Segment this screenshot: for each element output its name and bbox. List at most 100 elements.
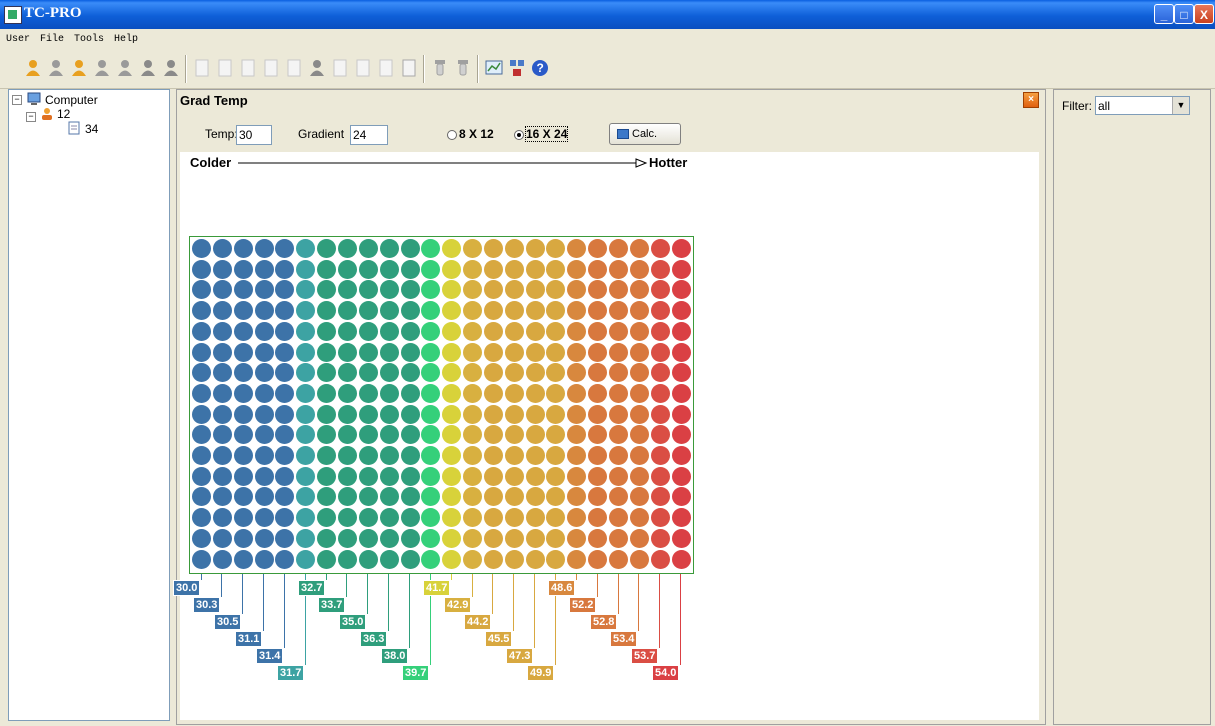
well[interactable] xyxy=(254,301,274,321)
well[interactable] xyxy=(463,425,483,445)
well[interactable] xyxy=(650,321,670,341)
well[interactable] xyxy=(629,301,649,321)
well[interactable] xyxy=(212,321,232,341)
well[interactable] xyxy=(504,321,524,341)
doc-icon[interactable] xyxy=(214,57,236,79)
well[interactable] xyxy=(671,487,691,507)
well[interactable] xyxy=(504,342,524,362)
well[interactable] xyxy=(296,363,316,383)
well[interactable] xyxy=(629,549,649,569)
well[interactable] xyxy=(400,280,420,300)
well[interactable] xyxy=(358,321,378,341)
well[interactable] xyxy=(525,508,545,528)
well[interactable] xyxy=(212,549,232,569)
close-button[interactable]: X xyxy=(1194,4,1214,24)
well[interactable] xyxy=(400,549,420,569)
well[interactable] xyxy=(546,404,566,424)
well[interactable] xyxy=(567,404,587,424)
well[interactable] xyxy=(254,239,274,258)
well[interactable] xyxy=(233,528,253,548)
well[interactable] xyxy=(337,446,357,465)
well[interactable] xyxy=(629,425,649,445)
well[interactable] xyxy=(525,259,545,279)
well[interactable] xyxy=(192,301,211,321)
well[interactable] xyxy=(525,342,545,362)
well[interactable] xyxy=(317,425,337,445)
well[interactable] xyxy=(567,363,587,383)
well[interactable] xyxy=(504,528,524,548)
user-gray-icon[interactable] xyxy=(45,57,67,79)
well[interactable] xyxy=(379,549,399,569)
well[interactable] xyxy=(254,508,274,528)
well[interactable] xyxy=(254,321,274,341)
well[interactable] xyxy=(296,446,316,465)
well[interactable] xyxy=(296,301,316,321)
well[interactable] xyxy=(483,321,503,341)
radio-8x12[interactable] xyxy=(447,130,457,140)
well[interactable] xyxy=(337,487,357,507)
well[interactable] xyxy=(296,383,316,403)
well[interactable] xyxy=(671,404,691,424)
well[interactable] xyxy=(337,383,357,403)
well[interactable] xyxy=(442,446,462,465)
well[interactable] xyxy=(629,342,649,362)
well[interactable] xyxy=(546,280,566,300)
well[interactable] xyxy=(296,528,316,548)
well[interactable] xyxy=(671,549,691,569)
well[interactable] xyxy=(609,549,628,569)
device-icon[interactable] xyxy=(429,57,451,79)
well[interactable] xyxy=(442,280,462,300)
well[interactable] xyxy=(483,342,503,362)
well[interactable] xyxy=(358,342,378,362)
well[interactable] xyxy=(212,239,232,258)
well[interactable] xyxy=(463,321,483,341)
well[interactable] xyxy=(442,508,462,528)
well[interactable] xyxy=(275,363,295,383)
well[interactable] xyxy=(254,549,274,569)
well[interactable] xyxy=(546,487,566,507)
well[interactable] xyxy=(483,466,503,486)
well[interactable] xyxy=(296,425,316,445)
well[interactable] xyxy=(358,549,378,569)
well[interactable] xyxy=(442,487,462,507)
well[interactable] xyxy=(609,487,628,507)
well[interactable] xyxy=(212,528,232,548)
well[interactable] xyxy=(233,425,253,445)
well[interactable] xyxy=(233,549,253,569)
well[interactable] xyxy=(629,487,649,507)
well[interactable] xyxy=(358,383,378,403)
well[interactable] xyxy=(192,363,211,383)
well[interactable] xyxy=(254,404,274,424)
well[interactable] xyxy=(212,301,232,321)
well[interactable] xyxy=(275,549,295,569)
well[interactable] xyxy=(567,301,587,321)
well[interactable] xyxy=(525,383,545,403)
well[interactable] xyxy=(588,259,608,279)
well[interactable] xyxy=(317,549,337,569)
well[interactable] xyxy=(400,425,420,445)
well[interactable] xyxy=(275,466,295,486)
well[interactable] xyxy=(567,508,587,528)
well[interactable] xyxy=(421,321,441,341)
well[interactable] xyxy=(212,425,232,445)
well[interactable] xyxy=(233,383,253,403)
well[interactable] xyxy=(192,549,211,569)
well[interactable] xyxy=(379,487,399,507)
well[interactable] xyxy=(254,280,274,300)
well[interactable] xyxy=(317,342,337,362)
well[interactable] xyxy=(567,528,587,548)
well[interactable] xyxy=(629,446,649,465)
well[interactable] xyxy=(525,528,545,548)
well[interactable] xyxy=(317,383,337,403)
well[interactable] xyxy=(463,487,483,507)
well[interactable] xyxy=(504,446,524,465)
well[interactable] xyxy=(504,363,524,383)
well[interactable] xyxy=(254,259,274,279)
well[interactable] xyxy=(254,342,274,362)
well[interactable] xyxy=(609,280,628,300)
well[interactable] xyxy=(650,301,670,321)
well[interactable] xyxy=(483,487,503,507)
tree-node-document[interactable]: 34 xyxy=(85,122,98,136)
well[interactable] xyxy=(212,259,232,279)
well[interactable] xyxy=(588,549,608,569)
